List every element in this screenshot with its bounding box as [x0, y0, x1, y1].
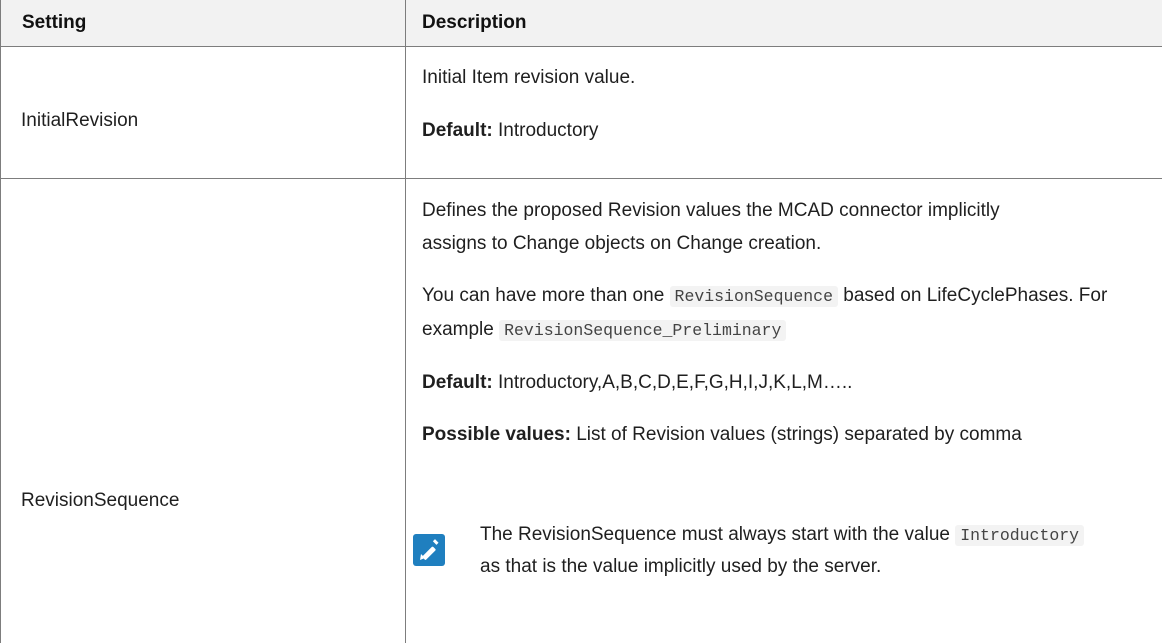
setting-name: RevisionSequence [21, 490, 180, 511]
header-description: Description [422, 12, 527, 33]
multi-sequence-text: You can have more than one RevisionSeque… [422, 279, 1122, 347]
setting-cell: RevisionSequence [1, 179, 405, 643]
default-line: Default: Introductory [422, 114, 1142, 147]
possible-values-line: Possible values: List of Revision values… [422, 418, 1082, 451]
default-label: Default: [422, 372, 493, 393]
setting-name: InitialRevision [21, 110, 139, 131]
note-pencil-icon [413, 534, 445, 566]
note-text: The RevisionSequence must always start w… [480, 519, 1100, 582]
code-revisionsequence: RevisionSequence [669, 286, 838, 307]
default-line: Default: Introductory,A,B,C,D,E,F,G,H,I,… [422, 366, 1142, 399]
possible-label: Possible values: [422, 424, 571, 445]
header-setting: Setting [22, 12, 87, 33]
settings-table: Setting Description InitialRevision Init… [0, 0, 1162, 643]
code-example: RevisionSequence_Preliminary [499, 320, 787, 341]
column-divider [405, 0, 406, 643]
description-cell: Defines the proposed Revision values the… [406, 179, 1162, 643]
note-text-pre: The RevisionSequence must always start w… [480, 524, 950, 545]
code-introductory: Introductory [955, 525, 1085, 546]
table-row: RevisionSequence Defines the proposed Re… [1, 179, 1162, 643]
description-cell: Initial Item revision value. Default: In… [406, 47, 1162, 178]
description-text: Defines the proposed Revision values the… [422, 200, 1000, 254]
description-text: Initial Item revision value. [422, 67, 636, 88]
default-value: Introductory [498, 120, 599, 141]
multi-pre-text: You can have more than one [422, 285, 665, 306]
default-value: Introductory,A,B,C,D,E,F,G,H,I,J,K,L,M….… [498, 372, 853, 393]
table-header: Setting Description [1, 0, 1162, 46]
table-row: InitialRevision Initial Item revision va… [1, 47, 1162, 178]
setting-cell: InitialRevision [1, 47, 405, 178]
default-label: Default: [422, 120, 493, 141]
note-text-post: as that is the value implicitly used by … [480, 556, 882, 577]
possible-value: List of Revision values (strings) separa… [576, 424, 1022, 445]
